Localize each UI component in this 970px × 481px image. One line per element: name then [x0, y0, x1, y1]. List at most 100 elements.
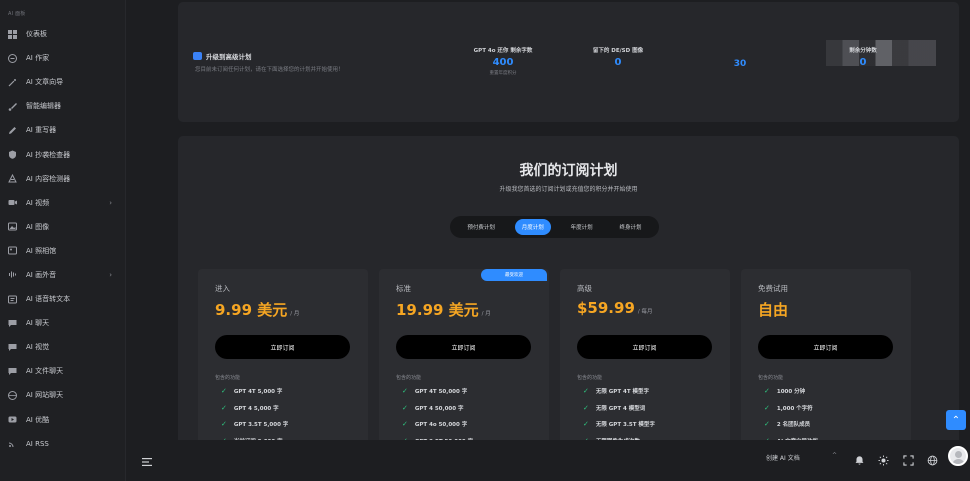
sidebar-item[interactable]: AI 网站聊天	[0, 383, 125, 407]
sidebar-item-label: AI 优酷	[26, 415, 50, 424]
plan-price-period: / 月	[290, 311, 300, 317]
subscribe-button[interactable]: 立即订阅	[577, 335, 712, 359]
tab-prepaid[interactable]: 预付费计划	[460, 219, 502, 235]
tab-monthly[interactable]: 月度计划	[514, 219, 551, 235]
sidebar-item-label: AI 重写器	[26, 126, 57, 135]
sidebar-item-label: AI 文件聊天	[26, 367, 64, 376]
sidebar-item[interactable]: AI 内容检测器	[0, 167, 125, 191]
subscribe-button[interactable]: 立即订阅	[215, 335, 350, 359]
feature-item: ✓ GPT 4T 50,000 字	[402, 387, 467, 395]
feature-text: 无限 GPT 3.5T 模型字	[595, 422, 655, 428]
sidebar-item[interactable]: AI 文件聊天	[0, 359, 125, 383]
check-icon: ✓	[221, 387, 227, 395]
feature-text: 2 名团队成员	[776, 422, 811, 428]
feature-text: GPT 4T 50,000 字	[414, 389, 468, 395]
stat-sub: 重置年度积分	[489, 71, 517, 76]
plan-price-amount: 9.99 美元	[215, 301, 288, 319]
chevron-up-icon[interactable]: ^	[832, 452, 837, 459]
gutter	[126, 0, 178, 481]
voice-icon	[7, 270, 17, 280]
speech-text-icon	[7, 294, 17, 304]
globe-icon[interactable]	[927, 451, 938, 466]
feature-text: 无限 GPT 4 模型词	[595, 405, 646, 412]
sidebar-item-label: AI 画外音	[26, 270, 57, 279]
create-ai-document-button[interactable]: 创建 AI 文档	[766, 453, 800, 462]
plans-title: 我们的订阅计划	[519, 163, 618, 179]
sun-icon[interactable]	[878, 451, 889, 466]
subscribe-button[interactable]: 立即订阅	[758, 335, 893, 359]
sidebar-item-label: AI 聊天	[26, 319, 50, 328]
sidebar-item-label: AI 网站聊天	[26, 391, 64, 400]
subscribe-button[interactable]: 立即订阅	[396, 335, 531, 359]
plan-name: 标准	[396, 284, 411, 293]
sidebar-item[interactable]: AI 重写器	[0, 118, 125, 142]
stat-value: 30	[733, 59, 747, 69]
plan-card: 进入 9.99 美元 / 月立即订阅 包含的功能 ✓ GPT 4T 5,000 字 ✓ GPT…	[198, 269, 368, 446]
sidebar-item-label: AI 作家	[26, 54, 50, 63]
sidebar-item[interactable]: AI 视频 ›	[0, 191, 125, 215]
sidebar-item[interactable]: AI 文章向导	[0, 70, 125, 94]
sidebar-item[interactable]: AI 抄袭检查器	[0, 142, 125, 166]
pen-icon	[7, 125, 17, 135]
sidebar-item-label: AI 抄袭检查器	[26, 150, 71, 159]
vision-icon	[7, 342, 17, 352]
plan-tabs: 预付费计划 月度计划 年度计划 终身计划	[450, 216, 659, 238]
user-avatar[interactable]	[948, 446, 968, 466]
double-chevron-up-icon: ⌃	[951, 414, 961, 426]
bell-icon[interactable]	[854, 451, 865, 465]
sidebar-item-label: AI 内容检测器	[26, 174, 71, 183]
sidebar-item[interactable]: AI 作家	[0, 46, 125, 70]
bottom-bar: 创建 AI 文档 ^	[126, 440, 970, 481]
check-icon: ✓	[402, 387, 408, 395]
sidebar-item[interactable]: 仪表板	[0, 22, 125, 46]
upgrade-card: 升级到高级计划 您目前未订阅任何计划，请在下面选择您的计划并开始使用！ GPT …	[178, 2, 959, 122]
tab-lifetime[interactable]: 终身计划	[613, 219, 649, 235]
sidebar-item[interactable]: AI 照相馆	[0, 239, 125, 263]
feature-text: 1000 分钟	[776, 389, 806, 395]
sidebar-item[interactable]: AI 聊天	[0, 311, 125, 335]
sidebar-item[interactable]: 智能编辑器	[0, 94, 125, 118]
plan-card: 标准 19.99 美元 / 月立即订阅 包含的功能 ✓ GPT 4T 50,000 字 ✓ G…	[379, 269, 549, 446]
sidebar-item[interactable]: AI 图像	[0, 215, 125, 239]
sidebar-item-label: 仪表板	[26, 30, 47, 39]
youtube-icon	[7, 415, 17, 425]
photo-icon	[7, 246, 17, 256]
plan-card: 免费试用 自由 立即订阅 包含的功能 ✓ 1000 分钟 ✓ 1,000 个字符 ✓ 2 名团队成…	[741, 269, 911, 446]
upgrade-description: 您目前未订阅任何计划，请在下面选择您的计划并开始使用！	[195, 67, 344, 73]
plan-name: 免费试用	[758, 284, 788, 293]
scroll-to-top-button[interactable]: ⌃	[946, 410, 966, 430]
check-icon: ✓	[221, 420, 227, 428]
sidebar-item-label: AI RSS	[26, 439, 49, 448]
plan-price-period: / 每月	[637, 309, 653, 315]
sidebar-item[interactable]: AI 画外音 ›	[0, 263, 125, 287]
plan-price-period: / 月	[481, 311, 491, 317]
sidebar-item-label: AI 文章向导	[26, 78, 64, 87]
tab-yearly[interactable]: 年度计划	[564, 219, 600, 235]
sidebar-item-label: AI 照相馆	[26, 246, 57, 255]
sidebar-item[interactable]: AI RSS	[0, 432, 125, 456]
sidebar-item-label: 智能编辑器	[26, 102, 61, 111]
feature-text: GPT 4 5,000 字	[233, 405, 279, 412]
stat-words: GPT 4o 还你 剩余字数 400 重置年度积分	[458, 46, 548, 76]
feature-item: ✓ GPT 4T 5,000 字	[221, 387, 282, 395]
sidebar-item[interactable]: AI 语音转文本	[0, 287, 125, 311]
fullscreen-icon[interactable]	[903, 451, 914, 466]
sidebar-item-label: AI 视频	[26, 198, 50, 207]
image-icon	[7, 222, 17, 232]
check-icon: ✓	[764, 403, 770, 412]
stat-value: 0	[859, 57, 867, 68]
check-icon: ✓	[583, 387, 589, 395]
stat-value: 0	[614, 57, 622, 68]
features-heading: 包含的功能	[215, 375, 241, 381]
feature-item: ✓ 无限 GPT 3.5T 模型字	[583, 420, 655, 428]
globe-icon	[7, 390, 17, 400]
sidebar-item[interactable]: AI 优酷	[0, 408, 125, 432]
stat-label: 留下的 DE/SD 图像	[592, 48, 644, 54]
sidebar-item[interactable]: AI 视觉	[0, 335, 125, 359]
menu-icon[interactable]	[142, 452, 152, 466]
feature-item: ✓ 1,000 个字符	[764, 404, 813, 412]
plan-price: 19.99 美元 / 月	[396, 299, 491, 320]
detector-icon	[7, 174, 17, 184]
feature-text: GPT 3.5T 5,000 字	[233, 422, 289, 428]
plan-price: 9.99 美元 / 月	[215, 299, 299, 320]
